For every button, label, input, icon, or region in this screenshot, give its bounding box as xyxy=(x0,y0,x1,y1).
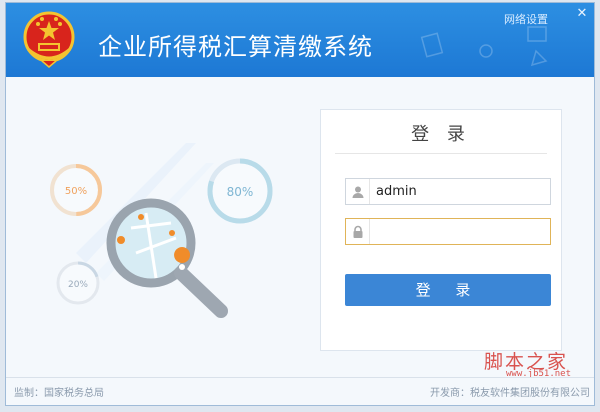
watermark: 脚本之家 www.jb51.net xyxy=(484,347,594,381)
supervisor-text: 监制：国家税务总局 xyxy=(14,388,104,399)
gauge-50-label: 50% xyxy=(65,186,87,197)
national-emblem-icon xyxy=(23,11,75,68)
close-icon[interactable]: ✕ xyxy=(574,6,590,22)
username-field[interactable] xyxy=(345,178,551,205)
footer-divider xyxy=(6,377,594,378)
gauge-50: 50% xyxy=(50,164,102,216)
login-panel: 登 录 登 录 xyxy=(320,109,562,351)
login-button[interactable]: 登 录 xyxy=(345,274,551,306)
password-field[interactable] xyxy=(345,218,551,245)
lock-icon xyxy=(346,219,370,244)
gauge-20: 20% xyxy=(56,261,100,305)
illustration: 50% 80% 20% xyxy=(50,143,273,318)
login-title: 登 录 xyxy=(411,124,471,145)
network-settings-link[interactable]: 网络设置 xyxy=(504,11,548,27)
user-icon xyxy=(346,179,370,204)
app-title: 企业所得税汇算清缴系统 xyxy=(98,33,373,61)
app-window: 企业所得税汇算清缴系统 网络设置 ✕ 50% 80% 20% 登 录 admin… xyxy=(5,2,595,406)
gauge-80-label: 80% xyxy=(227,185,254,199)
developer-text: 开发商：税友软件集团股份有限公司 xyxy=(430,388,590,399)
magnifier-icon xyxy=(106,198,228,318)
password-input[interactable] xyxy=(376,222,546,241)
title-bar: 企业所得税汇算清缴系统 网络设置 ✕ xyxy=(6,3,594,77)
divider xyxy=(335,153,547,154)
username-input[interactable] xyxy=(376,182,546,201)
gauge-20-label: 20% xyxy=(68,280,88,290)
gauge-80: 80% xyxy=(207,158,273,224)
header-decoration xyxy=(420,26,548,67)
